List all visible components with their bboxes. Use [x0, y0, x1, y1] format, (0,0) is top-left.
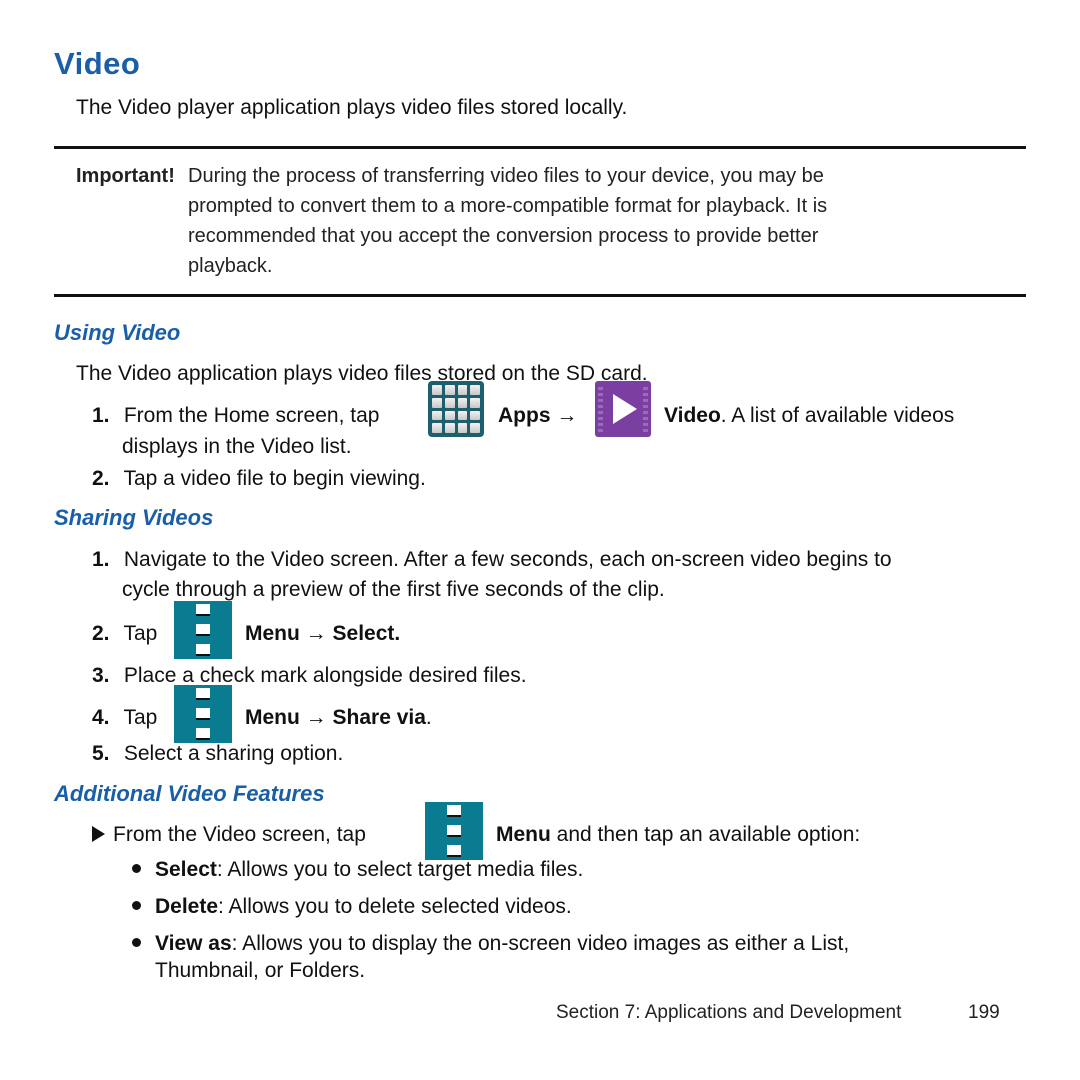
- page-title: Video: [54, 46, 141, 81]
- lead-text: and then tap an available option:: [556, 823, 861, 846]
- apps-label: Apps →: [498, 403, 577, 429]
- menu-text: Menu: [245, 706, 300, 729]
- using-video-intro: The Video application plays video files …: [76, 362, 648, 385]
- sharing-step-1: 1. Navigate to the Video screen. After a…: [92, 547, 892, 573]
- bullet-item: View as: Allows you to display the on-sc…: [132, 931, 849, 957]
- intro-text: The Video player application plays video…: [76, 96, 628, 119]
- sharing-step-2: 2. Tap: [92, 621, 157, 647]
- bullet-dot-icon: [132, 901, 141, 910]
- menu-text: Menu: [496, 823, 551, 846]
- sharing-step-4-action: Menu → Share via.: [245, 705, 432, 731]
- step-text: . A list of available videos: [720, 404, 955, 427]
- step-number: 2.: [92, 467, 110, 490]
- bullet-text: : Allows you to delete selected videos.: [218, 895, 572, 918]
- footer-section: Section 7: Applications and Development: [556, 1002, 902, 1023]
- step-text: Place a check mark alongside desired fil…: [123, 664, 527, 687]
- sharing-step-5: 5. Select a sharing option.: [92, 741, 343, 767]
- step-text: From the Home screen, tap: [123, 404, 380, 427]
- using-step-2: 2. Tap a video file to begin viewing.: [92, 466, 426, 492]
- sharing-step-3: 3. Place a check mark alongside desired …: [92, 663, 527, 689]
- video-text: Video: [664, 404, 721, 427]
- bullet-item: Delete: Allows you to delete selected vi…: [132, 894, 572, 920]
- bullet-term: Select: [155, 858, 217, 881]
- sharing-step-2-action: Menu → Select.: [245, 621, 400, 647]
- bullet-item: Select: Allows you to select target medi…: [132, 857, 583, 883]
- arrow: →: [305, 622, 327, 645]
- bullet-dot-icon: [132, 938, 141, 947]
- arrow: →: [305, 706, 327, 729]
- important-text: During the process of transferring video…: [188, 161, 827, 281]
- step-number: 1.: [92, 548, 110, 571]
- divider-bottom: [54, 294, 1026, 297]
- step-number: 2.: [92, 622, 110, 645]
- step-text: Tap: [123, 706, 158, 729]
- bullet-text: : Allows you to select target media file…: [216, 858, 584, 881]
- step-text: Select a sharing option.: [123, 742, 344, 765]
- important-line: prompted to convert them to a more-compa…: [188, 195, 828, 217]
- step-number: 5.: [92, 742, 110, 765]
- menu-text: Menu: [245, 622, 300, 645]
- sharing-step-4: 4. Tap: [92, 705, 157, 731]
- arrow: →: [556, 404, 578, 427]
- sharing-step-1-cont: cycle through a preview of the first fiv…: [122, 578, 665, 601]
- punctuation: .: [425, 706, 432, 729]
- step-number: 3.: [92, 664, 110, 687]
- heading-sharing-videos: Sharing Videos: [54, 505, 214, 530]
- video-play-icon[interactable]: [595, 381, 651, 437]
- important-line: During the process of transferring video…: [188, 165, 824, 187]
- step-number: 4.: [92, 706, 110, 729]
- triangle-bullet-icon: [92, 826, 105, 842]
- bullet-dot-icon: [132, 864, 141, 873]
- page-number: 199: [968, 1002, 1000, 1023]
- apps-grid-icon[interactable]: [428, 381, 484, 437]
- using-step-1: 1. From the Home screen, tap: [92, 403, 379, 429]
- additional-lead: From the Video screen, tap: [92, 822, 366, 848]
- menu-icon[interactable]: [174, 685, 232, 743]
- bullet-item-cont: Thumbnail, or Folders.: [155, 959, 366, 982]
- bullet-term: View as: [155, 932, 232, 955]
- bullet-term: Delete: [155, 895, 219, 918]
- menu-icon[interactable]: [425, 802, 483, 860]
- select-text: Select.: [332, 622, 401, 645]
- additional-lead-rest: Menu and then tap an available option:: [496, 822, 860, 848]
- bullet-text: : Allows you to display the on-screen vi…: [231, 932, 850, 955]
- step-text: Tap a video file to begin viewing.: [123, 467, 426, 490]
- divider-top: [54, 146, 1026, 149]
- step-text: Tap: [123, 622, 158, 645]
- step-text: Navigate to the Video screen. After a fe…: [123, 548, 892, 571]
- using-step-1-cont: displays in the Video list.: [122, 435, 352, 458]
- menu-icon[interactable]: [174, 601, 232, 659]
- heading-using-video: Using Video: [54, 320, 181, 345]
- step-number: 1.: [92, 404, 110, 427]
- share-via-text: Share via: [332, 706, 426, 729]
- important-line: playback.: [188, 255, 273, 277]
- important-label-text: Important!: [76, 165, 175, 187]
- lead-text: From the Video screen, tap: [113, 823, 366, 846]
- apps-text: Apps: [498, 404, 551, 427]
- important-label: Important!: [76, 161, 175, 191]
- video-label: Video. A list of available videos: [664, 403, 954, 429]
- important-line: recommended that you accept the conversi…: [188, 225, 819, 247]
- heading-additional-features: Additional Video Features: [54, 781, 325, 806]
